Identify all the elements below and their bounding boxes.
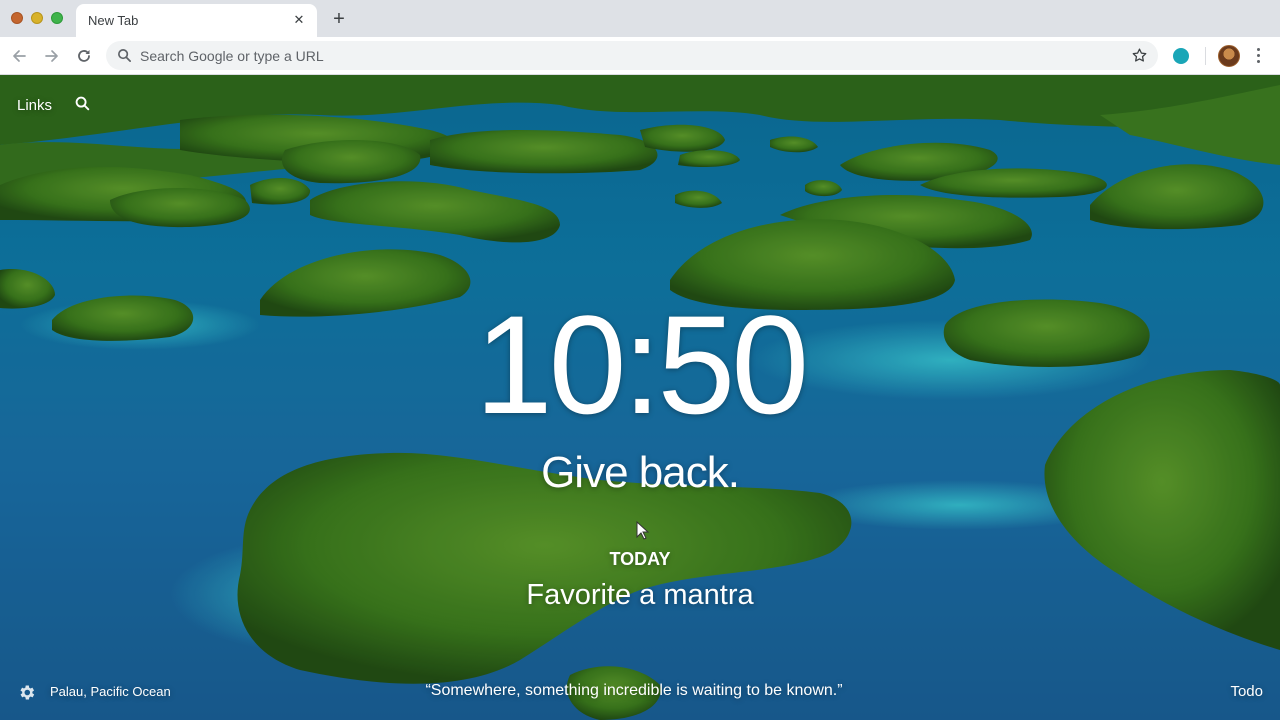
tab-strip: New Tab ✕ +: [0, 0, 1280, 37]
search-icon[interactable]: [75, 96, 90, 111]
reload-button[interactable]: [71, 43, 97, 69]
tab-title: New Tab: [88, 13, 139, 28]
new-tab-button[interactable]: +: [328, 8, 350, 30]
arrow-left-icon: [13, 50, 26, 62]
focus-label: TODAY: [609, 549, 671, 569]
omnibox[interactable]: Search Google or type a URL: [106, 41, 1158, 70]
star-icon[interactable]: [1131, 47, 1148, 64]
mouse-cursor: [636, 521, 650, 540]
window-maximize-button[interactable]: [51, 12, 63, 24]
window-close-button[interactable]: [11, 12, 23, 24]
tab-new-tab[interactable]: New Tab ✕: [76, 4, 317, 37]
links-button[interactable]: Links: [17, 97, 52, 114]
window-minimize-button[interactable]: [31, 12, 43, 24]
browser-toolbar: Search Google or type a URL: [0, 37, 1280, 75]
tab-close-icon[interactable]: ✕: [291, 12, 307, 28]
clock[interactable]: 10:50: [0, 295, 1280, 435]
avatar[interactable]: [1218, 45, 1240, 67]
kebab-menu-icon[interactable]: [1252, 46, 1264, 66]
momentum-new-tab-page: Links 10:50 Give back. TODAY Favorite a …: [0, 75, 1280, 720]
forward-button[interactable]: [39, 43, 65, 69]
toolbar-divider: [1205, 47, 1206, 65]
search-icon: [118, 49, 131, 62]
omnibox-placeholder: Search Google or type a URL: [140, 48, 324, 64]
mantra[interactable]: Give back.: [0, 448, 1280, 498]
todo-button[interactable]: Todo: [1230, 683, 1263, 700]
quote[interactable]: “Somewhere, something incredible is wait…: [0, 682, 1268, 700]
arrow-right-icon: [45, 50, 58, 62]
extension-icon[interactable]: [1173, 48, 1189, 64]
focus-text[interactable]: Favorite a mantra: [0, 579, 1280, 612]
reload-icon: [78, 50, 90, 62]
back-button[interactable]: [6, 43, 32, 69]
